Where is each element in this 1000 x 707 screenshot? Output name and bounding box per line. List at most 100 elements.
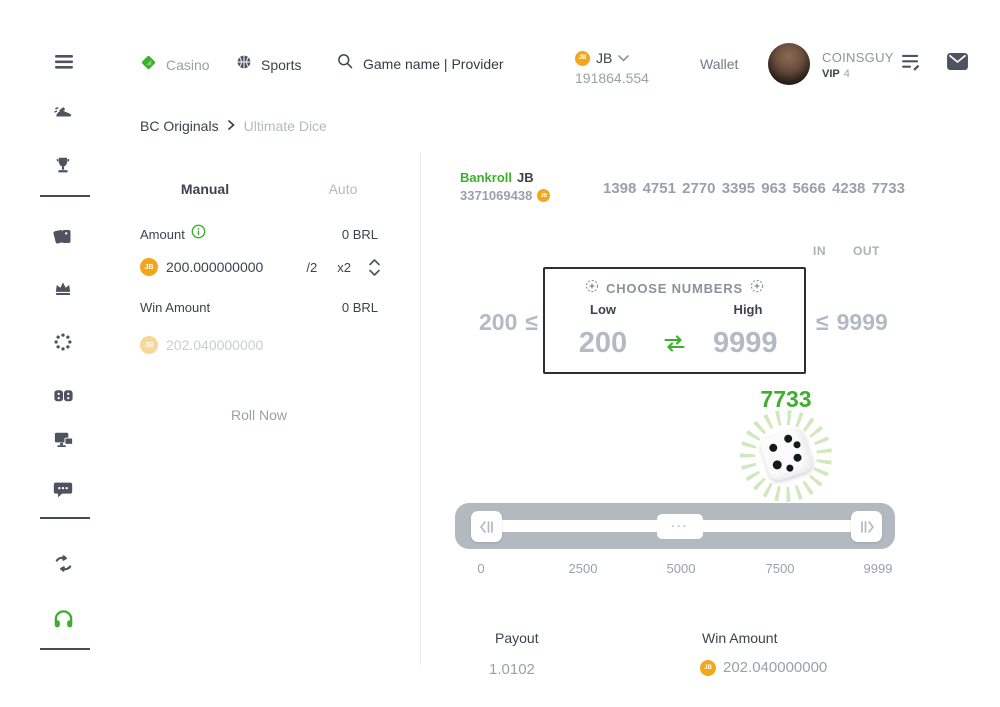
bets-list-icon[interactable] xyxy=(901,54,921,76)
history-item: 4238 xyxy=(832,180,865,197)
search-input[interactable]: Game name | Provider xyxy=(336,52,504,75)
win-amount-value-row: JB 202.040000000 xyxy=(700,659,827,676)
slider-left-handle[interactable] xyxy=(471,511,502,542)
win-value: 202.040000000 xyxy=(166,337,263,353)
high-value-input[interactable]: 9999 xyxy=(713,327,777,360)
crown-icon[interactable] xyxy=(47,273,79,305)
high-label: High xyxy=(734,302,763,317)
slider-tick: 9999 xyxy=(864,561,893,576)
win-amount-input[interactable]: JB 202.040000000 xyxy=(140,334,263,356)
low-value-input[interactable]: 200 xyxy=(579,327,627,360)
payout-label: Payout xyxy=(495,630,539,646)
info-icon[interactable] xyxy=(191,224,206,244)
breadcrumb-chevron-icon xyxy=(228,117,235,135)
history-item: 5666 xyxy=(792,180,825,197)
slider-right-handle[interactable] xyxy=(851,511,882,542)
win-fiat: 0 BRL xyxy=(342,300,378,315)
amount-fiat: 0 BRL xyxy=(342,227,378,242)
cards-icon[interactable] xyxy=(47,221,79,253)
coin-icon: JB xyxy=(575,51,590,66)
range-max-display: ≤9999 xyxy=(816,309,888,336)
range-min-display: 200≤ xyxy=(450,309,538,336)
vip-level: 4 xyxy=(844,68,850,80)
user-info[interactable]: COINSGUY VIP 4 xyxy=(822,50,894,80)
bankroll-id: 3371069438 xyxy=(460,188,532,203)
out-toggle[interactable]: OUT xyxy=(853,244,880,258)
swap-icon[interactable] xyxy=(663,335,686,357)
bankroll-currency: JB xyxy=(517,170,534,185)
breadcrumb-parent[interactable]: BC Originals xyxy=(140,118,219,134)
in-toggle[interactable]: IN xyxy=(813,244,826,258)
history-item: 7733 xyxy=(872,180,905,197)
headset-icon[interactable] xyxy=(47,603,79,635)
half-button[interactable]: /2 xyxy=(306,260,317,275)
coin-icon: JB xyxy=(140,336,158,354)
tab-sports[interactable]: Sports xyxy=(235,53,301,76)
menu-icon[interactable] xyxy=(54,53,74,76)
viewport-clip xyxy=(421,676,1000,707)
coin-icon: JB xyxy=(700,660,716,676)
breadcrumb: BC Originals Ultimate Dice xyxy=(140,117,327,135)
roll-result: 7733 xyxy=(760,386,811,413)
trophy-icon[interactable] xyxy=(47,150,79,182)
history-item: 963 xyxy=(761,180,786,197)
amount-input[interactable]: JB 200.000000000 /2 x2 xyxy=(140,254,380,280)
sidebar-divider xyxy=(40,517,90,519)
choose-numbers-box: CHOOSE NUMBERS Low High 200 9999 xyxy=(543,267,806,374)
win-amount-label-bottom: Win Amount xyxy=(702,630,777,646)
sneaker-icon[interactable] xyxy=(47,97,79,129)
slider-tick: 5000 xyxy=(667,561,696,576)
ultimate-dice-page: Casino Sports Game name | Provider JB JB… xyxy=(0,0,1000,707)
dice-pair-icon[interactable] xyxy=(47,379,79,411)
user-avatar[interactable] xyxy=(768,43,810,85)
chevron-down-icon xyxy=(618,49,629,67)
bankroll-label: Bankroll xyxy=(460,170,512,185)
slider-drag-handle[interactable]: ··· xyxy=(657,514,703,539)
amount-value[interactable]: 200.000000000 xyxy=(166,259,263,275)
history-item: 1398 xyxy=(603,180,636,197)
sidebar-divider xyxy=(40,648,90,650)
panel-divider xyxy=(420,152,421,665)
search-placeholder: Game name | Provider xyxy=(363,56,504,72)
username: COINSGUY xyxy=(822,50,894,65)
amount-label: Amount xyxy=(140,227,185,242)
slider-tick: 0 xyxy=(477,561,484,576)
roll-history: 1398 4751 2770 3395 963 5666 4238 7733 xyxy=(603,180,905,197)
win-amount-value: 202.040000000 xyxy=(723,659,827,676)
double-button[interactable]: x2 xyxy=(337,260,351,275)
tab-manual[interactable]: Manual xyxy=(181,181,229,197)
wallet-button[interactable]: Wallet xyxy=(700,56,738,72)
dotted-circle-icon[interactable] xyxy=(47,326,79,358)
sidebar-divider xyxy=(40,195,90,197)
currency-code: JB xyxy=(596,50,612,66)
history-item: 2770 xyxy=(682,180,715,197)
casino-diamond-icon xyxy=(139,53,158,77)
search-icon xyxy=(336,52,354,75)
vip-label: VIP xyxy=(822,68,840,80)
bankroll-block: Bankroll JB 3371069438 JB xyxy=(460,170,550,203)
exchange-icon[interactable] xyxy=(47,547,79,579)
star-circle-icon xyxy=(585,279,599,298)
breadcrumb-current: Ultimate Dice xyxy=(244,118,327,134)
balance-dropdown[interactable]: JB JB 191864.554 xyxy=(575,49,649,86)
desktop-network-icon[interactable] xyxy=(47,423,79,455)
coin-icon: JB xyxy=(537,189,550,202)
roll-now-button[interactable]: Roll Now xyxy=(140,407,378,423)
amount-stepper[interactable] xyxy=(369,259,380,276)
coin-icon: JB xyxy=(140,258,158,276)
chooser-title: CHOOSE NUMBERS xyxy=(606,281,743,296)
win-amount-label: Win Amount xyxy=(140,300,210,315)
history-item: 3395 xyxy=(722,180,755,197)
casino-label: Casino xyxy=(166,57,210,73)
tab-auto[interactable]: Auto xyxy=(329,181,358,197)
basketball-icon xyxy=(235,53,253,76)
sports-label: Sports xyxy=(261,57,301,73)
tab-casino[interactable]: Casino xyxy=(139,53,210,77)
slider-tick: 7500 xyxy=(766,561,795,576)
chat-icon[interactable] xyxy=(47,474,79,506)
low-label: Low xyxy=(590,302,616,317)
star-circle-icon xyxy=(750,279,764,298)
mail-icon[interactable] xyxy=(946,52,969,76)
balance-value: 191864.554 xyxy=(575,70,649,86)
slider-tick: 2500 xyxy=(569,561,598,576)
